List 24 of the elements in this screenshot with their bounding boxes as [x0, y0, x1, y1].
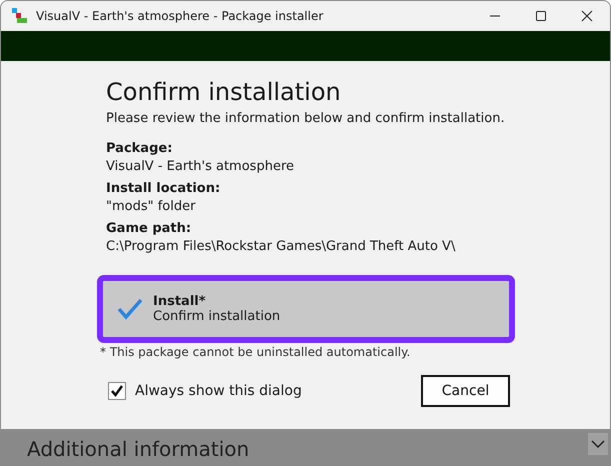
install-option[interactable]: Install* Confirm installation: [97, 275, 515, 343]
field-label: Game path:: [106, 220, 192, 238]
checkmark-icon: [117, 298, 143, 320]
checkbox[interactable]: [108, 382, 126, 400]
cancel-button[interactable]: Cancel: [421, 375, 510, 407]
expand-button[interactable]: [588, 433, 608, 455]
dialog-heading: Confirm installation: [106, 77, 342, 107]
intro-text: Please review the information below and confirm installation.: [106, 111, 506, 126]
field-label: Install location:: [106, 180, 222, 198]
checkbox-label: Always show this dialog: [135, 383, 303, 399]
maximize-icon: [535, 10, 547, 22]
option-title: Install*: [153, 294, 207, 309]
close-icon: [581, 10, 593, 22]
app-icon: [12, 8, 28, 24]
window-title: VisualV - Earth's atmosphere - Package installer: [36, 9, 324, 23]
field-value: VisualV - Earth's atmosphere: [106, 158, 295, 176]
field-value: C:\Program Files\Rockstar Games\Grand Theft Auto V\: [106, 238, 456, 256]
field-label: Package:: [106, 140, 174, 158]
panel-title: Additional information: [27, 437, 250, 461]
option-subtitle: Confirm installation: [153, 309, 280, 324]
field-value: "mods" folder: [106, 198, 196, 216]
chevron-down-icon: [591, 439, 605, 449]
checkmark-icon: [110, 384, 124, 398]
footnote-text: * This package cannot be uninstalled automatically.: [100, 345, 412, 359]
